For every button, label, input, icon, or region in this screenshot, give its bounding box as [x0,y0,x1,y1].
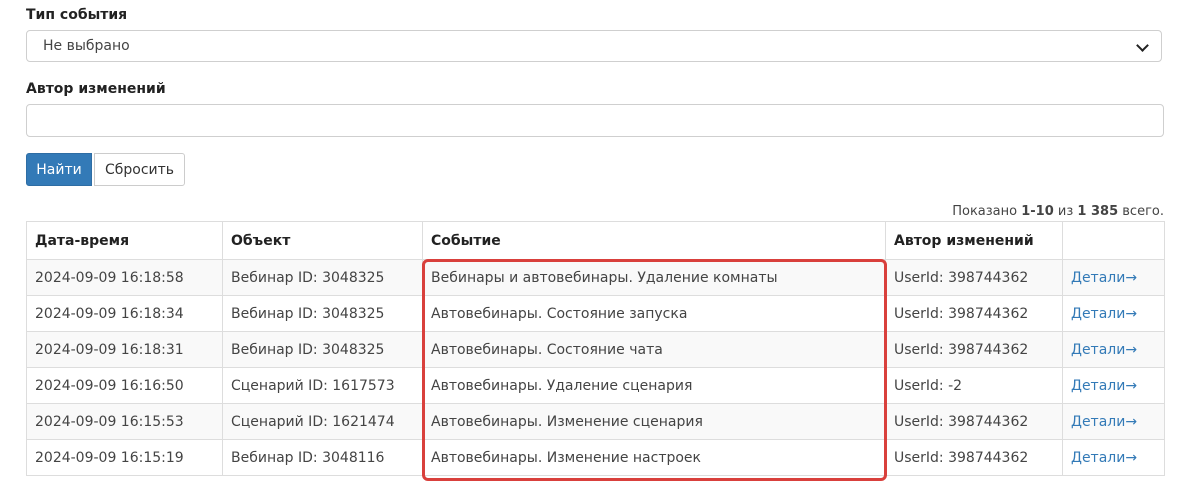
events-table: Дата-время Объект Событие Автор изменени… [26,221,1165,476]
details-link[interactable]: Детали→ [1071,450,1137,466]
reset-button[interactable]: Сбросить [94,153,185,186]
cell-author: UserId: 398744362 [885,295,1063,332]
find-button[interactable]: Найти [26,153,92,186]
cell-author: UserId: -2 [885,367,1063,404]
details-link[interactable]: Детали→ [1071,378,1137,394]
cell-actions: Детали→ [1062,439,1165,476]
cell-actions: Детали→ [1062,259,1165,296]
details-link[interactable]: Детали→ [1071,342,1137,358]
summary-suffix: всего. [1118,204,1164,219]
table-row: 2024-09-09 16:18:34 Вебинар ID: 3048325 … [26,295,1165,332]
cell-object: Вебинар ID: 3048325 [222,295,423,332]
cell-object: Вебинар ID: 3048325 [222,331,423,368]
summary-middle: из [1053,204,1078,219]
table-row: 2024-09-09 16:16:50 Сценарий ID: 1617573… [26,367,1165,404]
table-header-row: Дата-время Объект Событие Автор изменени… [26,221,1165,260]
author-label: Автор изменений [26,81,166,97]
cell-event: Вебинары и автовебинары. Удаление комнат… [422,259,886,296]
cell-actions: Детали→ [1062,295,1165,332]
column-header-datetime[interactable]: Дата-время [26,221,223,260]
cell-object: Сценарий ID: 1621474 [222,403,423,440]
summary-total: 1 385 [1077,204,1119,219]
author-input[interactable] [26,104,1164,137]
cell-event: Автовебинары. Состояние чата [422,331,886,368]
details-link[interactable]: Детали→ [1071,414,1137,430]
table-row: 2024-09-09 16:18:58 Вебинар ID: 3048325 … [26,259,1165,296]
summary-prefix: Показано [952,204,1022,219]
cell-event: Автовебинары. Состояние запуска [422,295,886,332]
cell-event: Автовебинары. Изменение сценария [422,403,886,440]
cell-object: Сценарий ID: 1617573 [222,367,423,404]
cell-datetime: 2024-09-09 16:15:53 [26,403,223,440]
cell-actions: Детали→ [1062,331,1165,368]
cell-datetime: 2024-09-09 16:18:31 [26,331,223,368]
column-header-event[interactable]: Событие [422,221,886,260]
table-row: 2024-09-09 16:18:31 Вебинар ID: 3048325 … [26,331,1165,368]
column-header-actions [1062,221,1165,260]
table-row: 2024-09-09 16:15:19 Вебинар ID: 3048116 … [26,439,1165,476]
event-type-label: Тип события [26,7,128,23]
column-header-author[interactable]: Автор изменений [885,221,1063,260]
cell-actions: Детали→ [1062,403,1165,440]
details-link[interactable]: Детали→ [1071,306,1137,322]
cell-object: Вебинар ID: 3048116 [222,439,423,476]
summary-range: 1-10 [1021,204,1054,219]
cell-datetime: 2024-09-09 16:16:50 [26,367,223,404]
cell-author: UserId: 398744362 [885,331,1063,368]
table-row: 2024-09-09 16:15:53 Сценарий ID: 1621474… [26,403,1165,440]
cell-author: UserId: 398744362 [885,259,1063,296]
chevron-down-icon [1136,39,1149,52]
details-link[interactable]: Детали→ [1071,270,1137,286]
pagination-summary: Показано 1-10 из 1 385 всего. [952,204,1164,219]
cell-author: UserId: 398744362 [885,403,1063,440]
cell-author: UserId: 398744362 [885,439,1063,476]
cell-object: Вебинар ID: 3048325 [222,259,423,296]
event-type-select[interactable]: Не выбрано [26,30,1162,62]
column-header-object[interactable]: Объект [222,221,423,260]
cell-datetime: 2024-09-09 16:18:58 [26,259,223,296]
cell-datetime: 2024-09-09 16:18:34 [26,295,223,332]
cell-actions: Детали→ [1062,367,1165,404]
cell-datetime: 2024-09-09 16:15:19 [26,439,223,476]
event-type-select-value: Не выбрано [43,38,130,54]
cell-event: Автовебинары. Изменение настроек [422,439,886,476]
cell-event: Автовебинары. Удаление сценария [422,367,886,404]
